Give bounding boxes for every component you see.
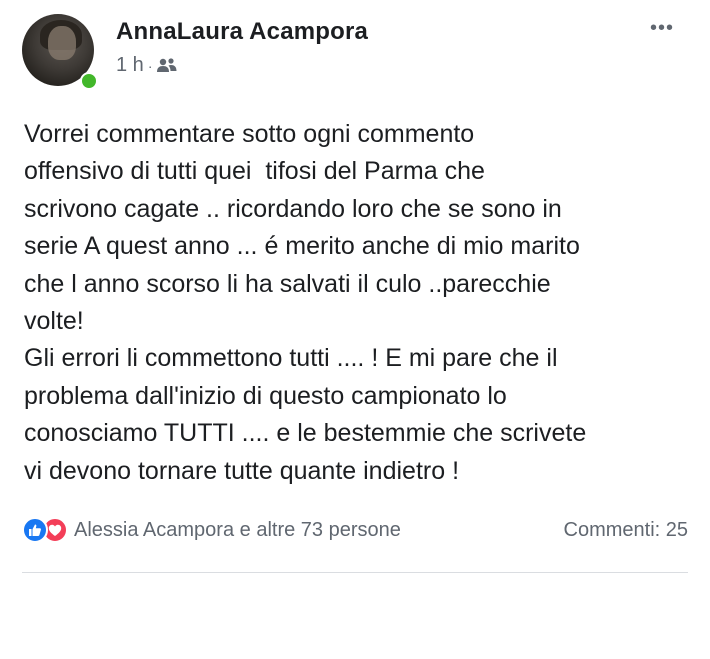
post-body-text: Vorrei commentare sotto ogni commento of… [24,120,587,485]
post-header: AnnaLaura Acampora 1 h · ••• [22,10,690,90]
post-timestamp[interactable]: 1 h [116,54,144,77]
online-status-icon [80,72,98,90]
avatar-face [48,26,76,60]
reactions-text: Alessia Acampora e altre 73 persone [74,518,401,541]
reactions-summary[interactable]: Alessia Acampora e altre 73 persone [22,517,401,543]
friends-icon[interactable] [156,57,178,75]
post-meta: 1 h · [116,54,178,77]
reaction-icons [22,517,68,543]
post-footer: Alessia Acampora e altre 73 persone Comm… [22,512,688,548]
like-icon [22,517,48,543]
avatar-container[interactable] [22,14,98,90]
more-options-icon[interactable]: ••• [644,16,680,40]
author-name[interactable]: AnnaLaura Acampora [116,18,368,46]
footer-divider [22,572,688,573]
facebook-post: AnnaLaura Acampora 1 h · ••• Vorrei comm… [0,0,710,659]
meta-separator: · [147,57,153,74]
comments-count[interactable]: Commenti: 25 [564,519,689,542]
